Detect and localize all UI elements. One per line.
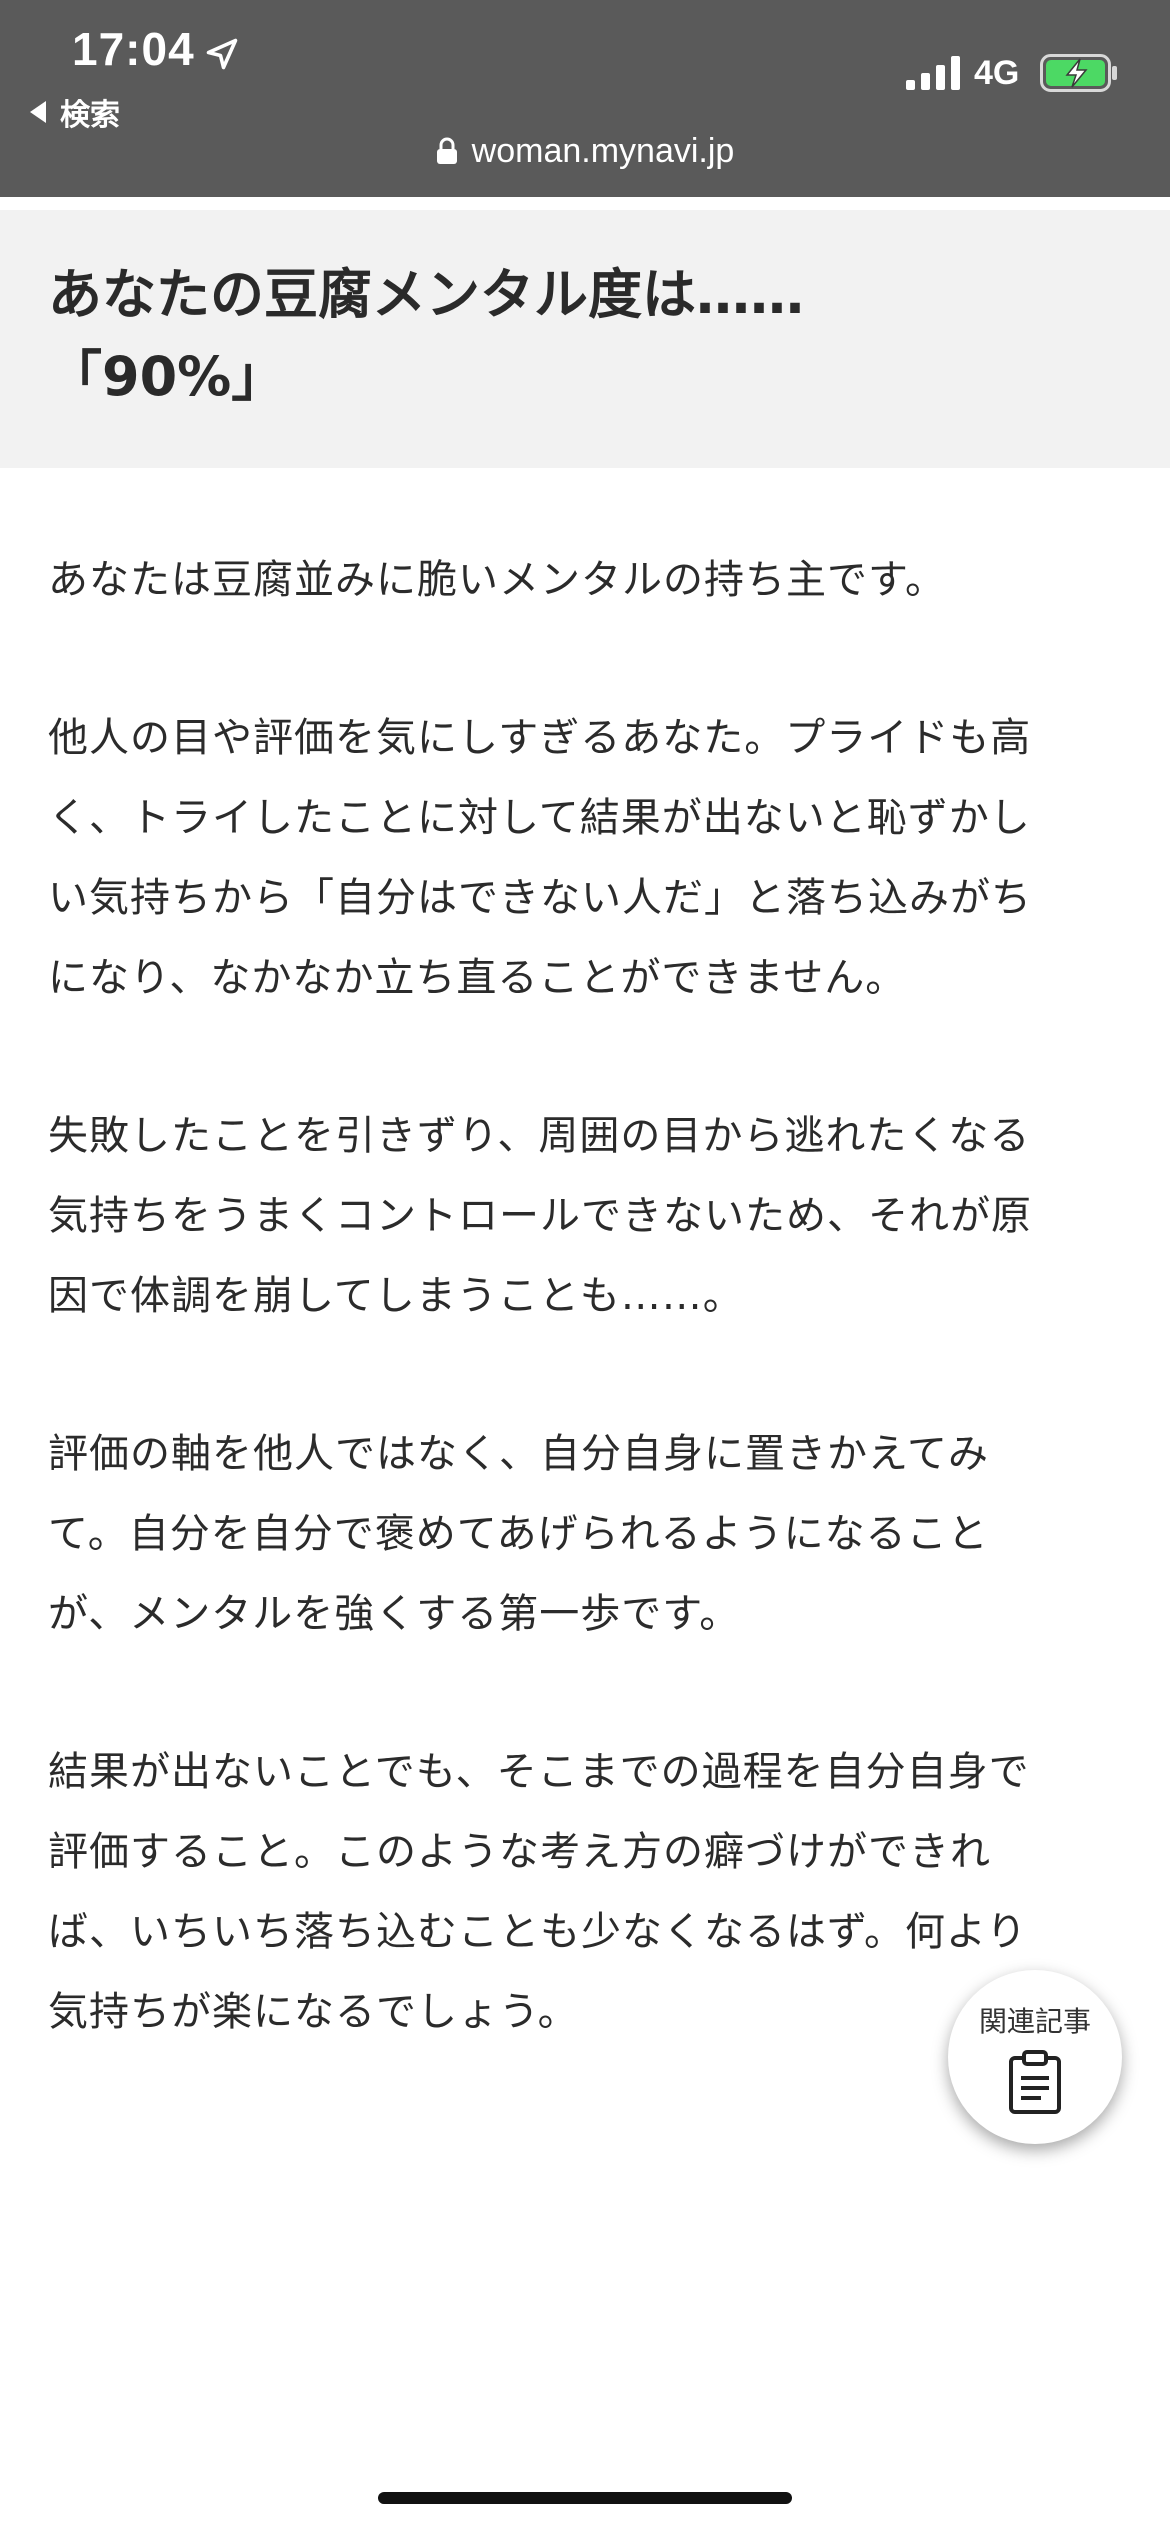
result-title: あなたの豆腐メンタル度は…… 「90%」 [48,254,1128,418]
article-paragraph: 他人の目や評価を気にしすぎるあなた。プライドも高 く、トライしたことに対して結果… [48,715,1032,1001]
network-type: 4G [974,54,1020,92]
url-text: woman.mynavi.jp [471,131,735,170]
home-indicator[interactable] [378,2492,792,2504]
location-arrow-icon [206,38,238,70]
article-paragraph: 評価の軸を他人ではなく、自分自身に置きかえてみ て。自分を自分で褒めてあげられる… [48,1431,989,1637]
browser-top-bar: 17:04 検索 4G woman.mynavi.jp [0,0,1170,197]
lock-icon [436,137,457,164]
article-paragraph: あなたは豆腐並みに脆いメンタルの持ち主です。 [48,557,946,603]
result-heading-band: あなたの豆腐メンタル度は…… 「90%」 [0,210,1170,468]
result-title-line1: あなたの豆腐メンタル度は…… [48,263,804,326]
page: 17:04 検索 4G woman.mynavi.jp あなたの豆腐メンタル度は… [0,0,1170,2532]
related-articles-label: 関連記事 [978,2005,1091,2038]
article-body: あなたは豆腐並みに脆いメンタルの持ち主です。 他人の目や評価を気にしすぎるあなた… [48,540,1128,2130]
clipboard-icon [1009,2050,1061,2114]
related-articles-button[interactable]: 関連記事 [948,1970,1122,2144]
status-time: 17:04 [72,23,195,75]
back-arrow-icon [30,101,46,123]
result-title-line2: 「90%」 [48,345,286,408]
cellular-signal-icon [906,56,960,90]
address-bar[interactable]: woman.mynavi.jp [0,126,1170,176]
battery-charging-icon [1040,54,1117,92]
article-paragraph: 失敗したことを引きずり、周囲の目から逃れたくなる 気持ちをうまくコントロールでき… [48,1113,1032,1319]
